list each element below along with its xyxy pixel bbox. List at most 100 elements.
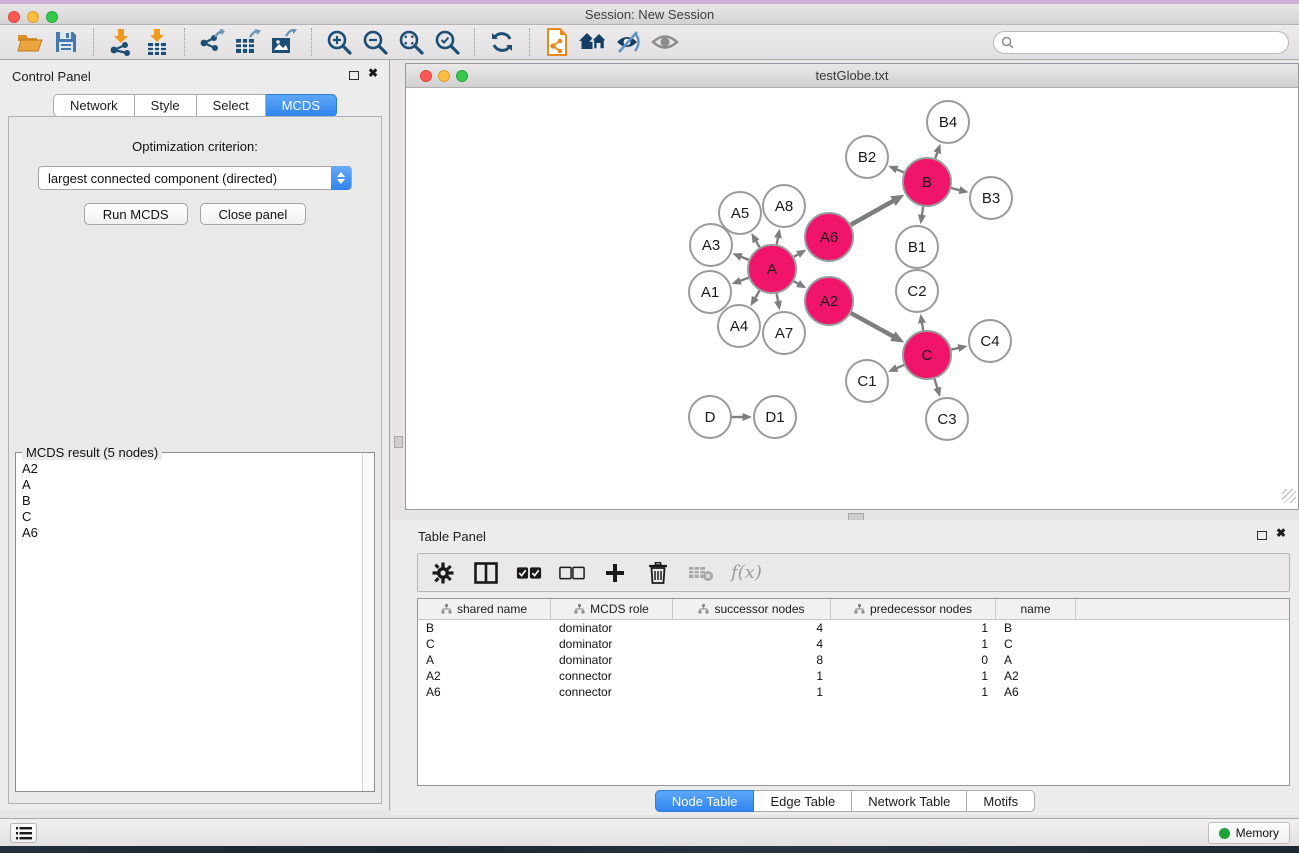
column-header-shared-name[interactable]: shared name (418, 599, 551, 619)
table-tab-motifs[interactable]: Motifs (967, 790, 1035, 812)
table-cell[interactable]: A2 (996, 669, 1076, 683)
table-cell[interactable]: A2 (418, 669, 551, 683)
close-panel-icon[interactable]: ✖ (1276, 526, 1286, 540)
table-cell[interactable]: 1 (831, 669, 996, 683)
column-header-successor-nodes[interactable]: successor nodes (673, 599, 831, 619)
mcds-result-item[interactable]: B (22, 493, 361, 509)
tab-mcds[interactable]: MCDS (266, 94, 337, 117)
frame-resize-grip[interactable] (1282, 489, 1296, 503)
hide-graphics-details-icon[interactable] (611, 27, 647, 57)
table-cell[interactable]: C (418, 637, 551, 651)
table-cell[interactable]: 0 (831, 653, 996, 667)
zoom-fit-icon[interactable] (393, 27, 429, 57)
table-cell[interactable]: 4 (673, 621, 831, 635)
close-panel-button[interactable]: Close panel (200, 203, 307, 225)
return-home-icon[interactable] (575, 27, 611, 57)
mcds-result-item[interactable]: A (22, 477, 361, 493)
mcds-result-list[interactable]: A2ABCA6 (17, 457, 361, 790)
tab-style[interactable]: Style (135, 94, 197, 117)
table-row[interactable]: Cdominator41C (418, 636, 1289, 652)
run-mcds-button[interactable]: Run MCDS (84, 203, 188, 225)
column-header-name[interactable]: name (996, 599, 1076, 619)
column-header-predecessor-nodes[interactable]: predecessor nodes (831, 599, 996, 619)
table-cell[interactable]: A (418, 653, 551, 667)
table-cell[interactable]: connector (551, 669, 673, 683)
table-cell[interactable]: B (996, 621, 1076, 635)
table-panel: Table Panel ✖ (391, 520, 1299, 815)
table-cell[interactable]: A (996, 653, 1076, 667)
table-tab-node-table[interactable]: Node Table (655, 790, 755, 812)
table-cell[interactable]: dominator (551, 637, 673, 651)
result-scrollbar[interactable] (362, 453, 374, 791)
window-title: Session: New Session (0, 7, 1299, 22)
table-cell[interactable]: 8 (673, 653, 831, 667)
mcds-result-item[interactable]: C (22, 509, 361, 525)
table-tab-edge-table[interactable]: Edge Table (754, 790, 852, 812)
vertical-splitter-grip[interactable] (394, 436, 403, 448)
table-settings-gear-icon[interactable] (430, 560, 456, 586)
node-table-body: Bdominator41BCdominator41CAdominator80AA… (418, 620, 1289, 700)
zoom-selected-icon[interactable] (429, 27, 465, 57)
table-row[interactable]: Adominator80A (418, 652, 1289, 668)
save-session-icon[interactable] (48, 27, 84, 57)
table-cell[interactable]: 1 (673, 669, 831, 683)
float-panel-icon[interactable] (349, 71, 359, 80)
table-row[interactable]: A6connector11A6 (418, 684, 1289, 700)
table-cell[interactable]: A6 (418, 685, 551, 699)
export-table-icon[interactable] (230, 27, 266, 57)
import-network-icon[interactable] (103, 27, 139, 57)
delete-table-icon[interactable] (688, 560, 714, 586)
close-panel-icon[interactable]: ✖ (368, 66, 378, 80)
zoom-in-icon[interactable] (321, 27, 357, 57)
show-view-icon[interactable] (647, 27, 683, 57)
table-row[interactable]: Bdominator41B (418, 620, 1289, 636)
toolbar-search-field[interactable] (993, 31, 1289, 54)
float-panel-icon[interactable] (1257, 531, 1267, 540)
table-cell[interactable]: connector (551, 685, 673, 699)
tab-select[interactable]: Select (197, 94, 266, 117)
table-cell[interactable]: 4 (673, 637, 831, 651)
import-table-icon[interactable] (139, 27, 175, 57)
table-cell[interactable]: 1 (831, 621, 996, 635)
open-file-icon[interactable] (12, 27, 48, 57)
table-cell[interactable]: C (996, 637, 1076, 651)
mcds-result-item[interactable]: A6 (22, 525, 361, 541)
memory-button[interactable]: Memory (1208, 822, 1290, 844)
show-column-panel-icon[interactable] (473, 560, 499, 586)
create-new-column-icon[interactable] (602, 560, 628, 586)
table-cell[interactable]: 1 (673, 685, 831, 699)
zoom-out-icon[interactable] (357, 27, 393, 57)
memory-status-dot-icon (1219, 828, 1230, 839)
delete-columns-trash-icon[interactable] (645, 560, 671, 586)
table-cell[interactable]: dominator (551, 621, 673, 635)
graph-edge-A2-C[interactable] (851, 313, 895, 337)
graph-node-label: A7 (775, 325, 793, 342)
refresh-view-icon[interactable] (484, 27, 520, 57)
graph-arrowhead (732, 253, 742, 260)
network-graph[interactable]: AA1A2A3A4A5A6A7A8BB1B2B3B4CC1C2C3C4DD1 (406, 88, 1298, 505)
table-tab-network-table[interactable]: Network Table (852, 790, 967, 812)
table-cell[interactable]: A6 (996, 685, 1076, 699)
table-cell[interactable]: B (418, 621, 551, 635)
table-row[interactable]: A2connector11A2 (418, 668, 1289, 684)
table-cell[interactable]: 1 (831, 685, 996, 699)
function-builder-icon[interactable]: f(x) (731, 562, 762, 583)
search-input[interactable] (1018, 35, 1288, 49)
export-network-icon[interactable] (194, 27, 230, 57)
table-panel-header: Table Panel ✖ (391, 520, 1299, 550)
network-canvas[interactable]: AA1A2A3A4A5A6A7A8BB1B2B3B4CC1C2C3C4DD1 (406, 88, 1298, 505)
export-image-icon[interactable] (266, 27, 302, 57)
column-header-mcds-role[interactable]: MCDS role (551, 599, 673, 619)
new-network-icon[interactable] (539, 27, 575, 57)
table-cell[interactable]: 1 (831, 637, 996, 651)
deselect-all-columns-icon[interactable] (559, 560, 585, 586)
control-panel-title: Control Panel (12, 69, 91, 84)
graph-node-label: B4 (939, 114, 957, 131)
table-cell[interactable]: dominator (551, 653, 673, 667)
select-all-columns-icon[interactable] (516, 560, 542, 586)
mcds-result-item[interactable]: A2 (22, 461, 361, 477)
tab-network[interactable]: Network (53, 94, 135, 117)
graph-edge-A6-B[interactable] (851, 200, 895, 225)
task-history-button[interactable] (10, 823, 37, 843)
optimization-criterion-select[interactable]: largest connected component (directed) (38, 166, 352, 190)
